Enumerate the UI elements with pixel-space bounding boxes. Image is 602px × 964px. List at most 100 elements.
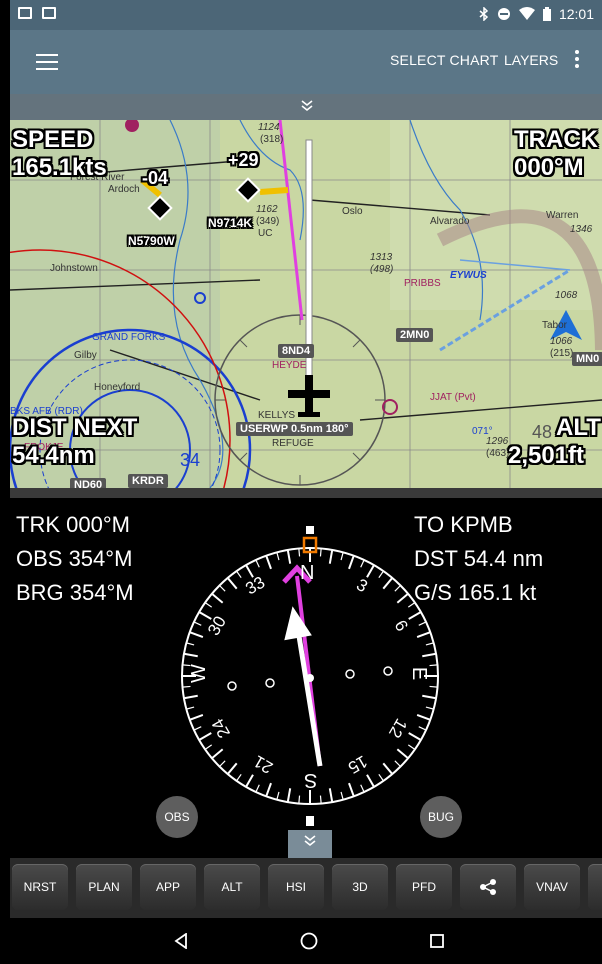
menu-icon[interactable] [36, 54, 58, 70]
app-bar: SELECT CHART LAYERS [10, 30, 602, 94]
battery-icon [542, 7, 551, 21]
track-value: 000°M [514, 154, 584, 181]
system-nav-bar [10, 918, 602, 964]
airport-tag-krdr[interactable]: KRDR [128, 474, 168, 488]
chevron-double-down-icon[interactable] [300, 99, 314, 113]
map-label-honeyford: Honeyford [94, 382, 141, 393]
compass-24: 24 [208, 715, 234, 742]
compass-e: E [408, 666, 431, 681]
notification-icons [18, 7, 56, 19]
recents-icon[interactable] [430, 934, 444, 948]
tab-pfd[interactable]: PFD [396, 864, 452, 910]
traffic-callsign-n9714k: N9714K [208, 216, 253, 230]
map-label-warren: Warren [546, 210, 579, 221]
map-label-34: 34 [180, 450, 201, 470]
hsi-expand-chevron[interactable] [288, 830, 332, 858]
map-label-elev-1346: 1346 [570, 224, 593, 235]
compass-6: 6 [390, 616, 412, 635]
waypoint-tag-2mn0[interactable]: 2MN0 [396, 328, 434, 342]
bluetooth-icon [479, 7, 489, 21]
select-chart-button[interactable]: SELECT CHART [390, 52, 498, 68]
map-label-eywus: EYWUS [450, 270, 487, 281]
map-label-uc: UC [258, 228, 273, 239]
tab-nrst[interactable]: NRST [12, 864, 68, 910]
map-label-1296: 1296 [486, 436, 509, 447]
compass-15: 15 [344, 751, 371, 778]
altitude-value: 2,501ft [508, 442, 585, 469]
speed-label: SPEED [12, 126, 94, 153]
compass-s: S [304, 769, 318, 791]
speed-value: 165.1kts [12, 154, 107, 181]
map-label-elev-1313: 1313 [370, 252, 393, 263]
waypoint-tag-8nd4[interactable]: 8ND4 [278, 344, 315, 358]
map-label-grand-forks: GRAND FORKS [92, 332, 166, 343]
map-label-refuge: REFUGE [272, 438, 314, 449]
map-label-ardoch: Ardoch [108, 184, 140, 195]
compass-12: 12 [384, 715, 411, 742]
map-label-jjat: JJAT (Pvt) [430, 392, 476, 403]
bottom-tab-bar: NRST PLAN APP ALT HSI 3D PFD VNAV [10, 858, 602, 918]
hsi-panel: TRK 000°M OBS 354°M BRG 354°M TO KPMB DS… [10, 498, 602, 858]
status-bar: 12:01 [10, 0, 602, 30]
map-label-heyde: HEYDE [272, 360, 307, 371]
tab-app[interactable]: APP [140, 864, 196, 910]
tab-vnav[interactable]: VNAV [524, 864, 580, 910]
chevron-double-down-icon[interactable] [303, 834, 317, 848]
map-label-gilby: Gilby [74, 350, 97, 361]
tab-3d[interactable]: 3D [332, 864, 388, 910]
map-label-071: 071° [472, 426, 493, 437]
airport-tag-nd60[interactable]: ND60 [70, 478, 107, 488]
hsi-obs: OBS 354°M [16, 546, 133, 571]
wifi-icon [518, 7, 535, 20]
map-label-elev-349: (349) [256, 216, 280, 227]
map-label-463: (463) [486, 448, 510, 459]
sectional-chart-map[interactable]: Oslo Alvarado Warren Johnstown GRAND FOR… [10, 120, 602, 488]
compass-labels: N E S W 3 6 12 15 21 24 30 33 [160, 526, 460, 826]
bug-button[interactable]: BUG [420, 796, 462, 838]
image-icon [42, 7, 56, 19]
compass-w: W [187, 664, 210, 683]
map-label-alvarado: Alvarado [430, 216, 470, 227]
do-not-disturb-icon [497, 8, 510, 20]
hsi-brg: BRG 354°M [16, 580, 134, 605]
dist-next-label: DIST NEXT [12, 414, 138, 441]
compass-30: 30 [204, 612, 230, 639]
email-icon [18, 7, 32, 19]
map-label-pribbs: PRIBBS [404, 278, 441, 289]
map-label-48: 48 [532, 422, 553, 442]
altitude-label: ALT [556, 414, 601, 441]
tab-alt[interactable]: ALT [204, 864, 260, 910]
obs-button[interactable]: OBS [156, 796, 198, 838]
compass-3: 3 [353, 574, 371, 597]
map-label-oslo: Oslo [342, 206, 363, 217]
overflow-menu-icon[interactable] [574, 50, 580, 72]
map-label-1124: 1124 [258, 122, 280, 133]
compass-n: N [300, 562, 315, 584]
waypoint-tag-mn0[interactable]: MN0 [572, 352, 602, 366]
traffic-altitude-minus04: -04 [142, 168, 169, 188]
map-label-1066: 1066 [550, 336, 573, 347]
share-icon [480, 879, 496, 895]
map-label-elev-498: (498) [370, 264, 394, 275]
tab-share[interactable] [460, 864, 516, 910]
home-icon[interactable] [300, 932, 318, 950]
traffic-callsign-n5790w: N5790W [128, 234, 175, 248]
compass-33: 33 [242, 572, 269, 599]
track-label: TRACK [514, 126, 598, 153]
collapse-chevron-strip[interactable] [10, 94, 602, 120]
tab-hsi[interactable]: HSI [268, 864, 324, 910]
compass-21: 21 [250, 751, 277, 778]
map-label-318: (318) [260, 134, 284, 145]
map-label-tabor: Tabor [542, 320, 568, 331]
map-label-kellys: KELLYS [258, 410, 296, 421]
system-icons: 12:01 [479, 6, 594, 22]
panel-divider[interactable] [10, 488, 602, 498]
layers-button[interactable]: LAYERS [504, 52, 558, 68]
tab-more-partial[interactable] [588, 864, 602, 910]
map-label-elev-1162: 1162 [256, 204, 278, 215]
user-waypoint-tag[interactable]: USERWP 0.5nm 180° [236, 422, 353, 436]
hsi-trk: TRK 000°M [16, 512, 130, 537]
back-icon[interactable] [174, 933, 188, 949]
dist-next-value: 54.4nm [12, 442, 95, 469]
tab-plan[interactable]: PLAN [76, 864, 132, 910]
